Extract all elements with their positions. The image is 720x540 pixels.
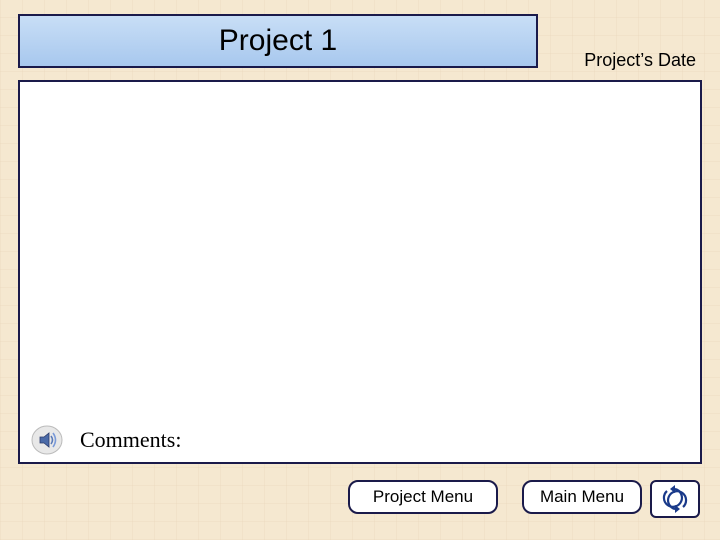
project-title: Project 1 — [219, 24, 337, 58]
main-menu-label: Main Menu — [540, 487, 624, 507]
project-menu-button[interactable]: Project Menu — [348, 480, 498, 514]
comments-label: Comments: — [80, 427, 181, 453]
refresh-icon — [658, 485, 692, 513]
project-menu-label: Project Menu — [373, 487, 473, 507]
content-frame: Comments: — [18, 80, 702, 464]
refresh-button[interactable] — [650, 480, 700, 518]
sound-icon[interactable] — [28, 421, 66, 459]
project-date-label: Project’s Date — [584, 50, 696, 71]
title-bar: Project 1 — [18, 14, 538, 68]
comments-row: Comments: — [20, 418, 700, 462]
main-menu-button[interactable]: Main Menu — [522, 480, 642, 514]
